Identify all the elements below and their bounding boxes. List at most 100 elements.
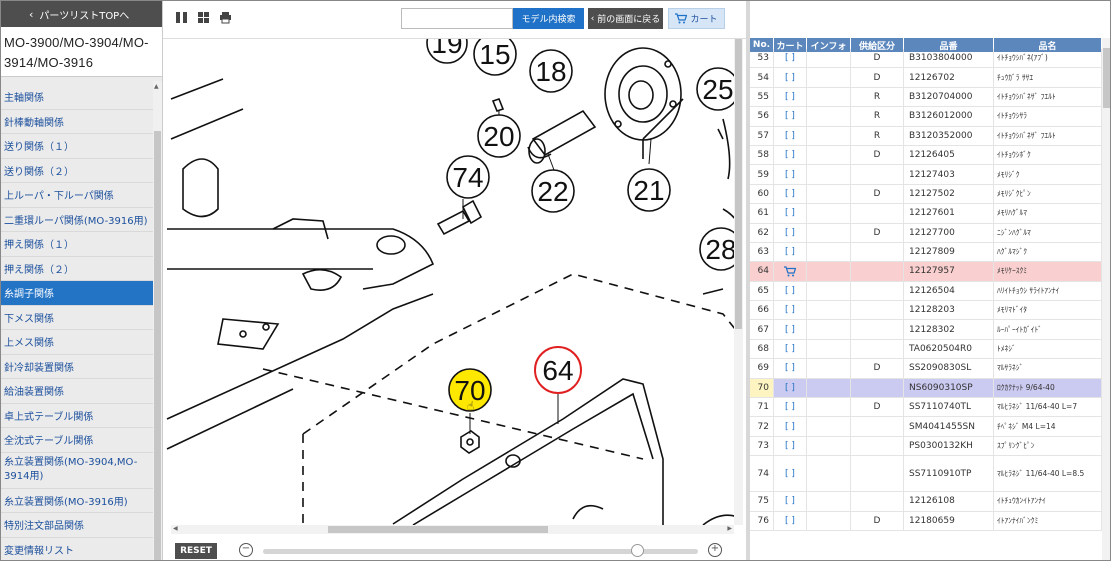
table-row[interactable]: 70[ ] NS6090310SP ﾛｸｶｸﾅｯﾄ 9/64-40 xyxy=(750,378,1102,399)
row-info[interactable] xyxy=(807,359,851,378)
sidebar-item[interactable]: 卓上式テーブル関係 xyxy=(1,404,153,428)
sidebar-item[interactable]: 二重環ルーパ関係(MO-3916用) xyxy=(1,208,153,232)
sidebar-item[interactable]: 糸立装置関係(MO-3904,MO-3914用) xyxy=(1,453,153,489)
zoom-in-icon[interactable]: + xyxy=(708,543,722,557)
row-info[interactable] xyxy=(807,320,851,339)
sidebar-item[interactable]: 変更情報リスト xyxy=(1,538,153,561)
row-part-no[interactable]: B3120352000 xyxy=(904,126,994,145)
table-row[interactable]: 64 12127957 ﾒﾓﾘｹｰｽｸﾐ xyxy=(750,262,1102,282)
diagram-hscroll-thumb[interactable] xyxy=(328,526,548,533)
callout-19[interactable]: 19 xyxy=(426,39,468,64)
diagram-vertical-scrollbar[interactable] xyxy=(734,39,743,525)
callout-21[interactable]: 21 xyxy=(627,168,671,212)
add-to-cart-checkbox[interactable]: [ ] xyxy=(774,398,807,417)
parts-scroll-thumb[interactable] xyxy=(1103,48,1110,108)
row-info[interactable] xyxy=(807,339,851,359)
row-info[interactable] xyxy=(807,378,851,398)
sidebar-item[interactable]: 送り関係（１） xyxy=(1,134,153,159)
table-row[interactable]: 58[ ] D 12126405 ｲﾄﾁｮｳｼﾎﾞｸ xyxy=(750,145,1102,166)
row-info[interactable] xyxy=(807,281,851,301)
callout-15[interactable]: 15 xyxy=(473,39,517,76)
zoom-out-icon[interactable]: − xyxy=(239,543,253,557)
table-row[interactable]: 72[ ] SM4041455SN ﾁﾍﾟﾈｼﾞ M4 L=14 xyxy=(750,417,1102,437)
model-search-button[interactable]: モデル内検索 xyxy=(513,8,584,29)
parts-table-scrollbar[interactable] xyxy=(1102,38,1110,560)
callout-70[interactable]: 70☝ xyxy=(448,368,492,413)
sidebar-item[interactable]: 送り関係（２） xyxy=(1,159,153,183)
parts-list-top-link[interactable]: ‹ パーツリストTOPへ xyxy=(1,1,162,27)
row-info[interactable] xyxy=(807,145,851,165)
row-part-no[interactable]: SS7110740TL xyxy=(904,398,994,417)
sidebar-item[interactable]: 押え関係（１） xyxy=(1,232,153,257)
add-to-cart-checkbox[interactable]: [ ] xyxy=(774,204,807,223)
table-row[interactable]: 65[ ] 12126504 ﾊﾘｲﾄﾁｮｳｼ ｻﾗｲﾄｱﾝﾅｲ xyxy=(750,281,1102,302)
row-part-no[interactable]: 12180659 xyxy=(904,511,994,530)
row-part-no[interactable]: 12127502 xyxy=(904,184,994,204)
add-to-cart-checkbox[interactable]: [ ] xyxy=(774,242,807,262)
row-part-no[interactable]: 12127601 xyxy=(904,204,994,223)
row-part-no[interactable]: PS0300132KH xyxy=(904,436,994,456)
row-part-no[interactable]: SM4041455SN xyxy=(904,417,994,436)
split-view-icon[interactable] xyxy=(175,11,188,24)
row-part-no[interactable]: 12126405 xyxy=(904,145,994,165)
row-part-no[interactable]: 12126504 xyxy=(904,281,994,301)
reset-button[interactable]: RESET xyxy=(175,543,217,559)
row-part-no[interactable]: 12127403 xyxy=(904,165,994,184)
row-info[interactable] xyxy=(807,49,851,68)
callout-64[interactable]: 64 xyxy=(534,346,582,394)
sidebar-item[interactable]: 針冷却装置関係 xyxy=(1,355,153,379)
table-row[interactable]: 73[ ] PS0300132KH ｽﾌﾟﾘﾝｸﾞﾋﾟﾝ xyxy=(750,436,1102,457)
row-info[interactable] xyxy=(807,417,851,436)
sidebar-item[interactable]: 押え関係（２） xyxy=(1,257,153,281)
add-to-cart-checkbox[interactable]: [ ] xyxy=(774,49,807,68)
sidebar-item[interactable]: 糸立装置関係(MO-3916用) xyxy=(1,489,153,513)
callout-25[interactable]: 25 xyxy=(696,67,740,111)
add-to-cart-checkbox[interactable]: [ ] xyxy=(774,107,807,126)
row-info[interactable] xyxy=(807,223,851,242)
row-info[interactable] xyxy=(807,301,851,320)
table-row[interactable]: 76[ ] D 12180659 ｲﾄｱﾝﾅｲﾊﾞﾝｸﾐ xyxy=(750,511,1102,531)
cart-icon[interactable] xyxy=(774,262,807,281)
callout-20[interactable]: 20 xyxy=(477,114,521,158)
cart-button[interactable]: カート xyxy=(668,8,725,29)
row-info[interactable] xyxy=(807,456,851,492)
add-to-cart-checkbox[interactable]: [ ] xyxy=(774,511,807,530)
scroll-right-arrow-icon[interactable]: ▶ xyxy=(727,525,732,532)
scroll-up-arrow-icon[interactable]: ▲ xyxy=(154,83,159,90)
row-info[interactable] xyxy=(807,107,851,126)
row-part-no[interactable]: SS2090830SL xyxy=(904,359,994,378)
sidebar-item[interactable]: 下メス関係 xyxy=(1,306,153,330)
row-info[interactable] xyxy=(807,184,851,204)
row-part-no[interactable]: B3103804000 xyxy=(904,49,994,68)
row-part-no[interactable]: 12127957 xyxy=(904,262,994,281)
row-info[interactable] xyxy=(807,262,851,281)
row-info[interactable] xyxy=(807,492,851,511)
add-to-cart-checkbox[interactable]: [ ] xyxy=(774,359,807,378)
row-part-no[interactable]: 12127809 xyxy=(904,242,994,262)
scroll-left-arrow-icon[interactable]: ◀ xyxy=(173,525,178,532)
sidebar-scroll-thumb[interactable] xyxy=(154,131,161,560)
table-row[interactable]: 63[ ] 12127809 ﾊｸﾞﾙﾏｼﾞｸ xyxy=(750,242,1102,263)
row-part-no[interactable]: B3120704000 xyxy=(904,87,994,107)
sidebar-item[interactable]: 給油装置関係 xyxy=(1,379,153,404)
add-to-cart-checkbox[interactable]: [ ] xyxy=(774,165,807,184)
add-to-cart-checkbox[interactable]: [ ] xyxy=(774,301,807,320)
table-row[interactable]: 62[ ] D 12127700 ﾆｼﾞﾝﾊｸﾞﾙﾏ xyxy=(750,223,1102,243)
table-row[interactable]: 56[ ] R B3126012000 ｲﾄﾁｮｳｼｻﾗ xyxy=(750,107,1102,127)
row-info[interactable] xyxy=(807,87,851,107)
callout-74[interactable]: 74 xyxy=(446,155,490,199)
add-to-cart-checkbox[interactable]: [ ] xyxy=(774,184,807,204)
table-row[interactable]: 55[ ] R B3120704000 ｲﾄﾁｮｳｼﾊﾞﾈｻﾞ ﾌｴﾙﾄ xyxy=(750,87,1102,108)
table-row[interactable]: 66[ ] 12128203 ﾒﾓﾘﾏﾄﾞｲﾀ xyxy=(750,301,1102,321)
row-info[interactable] xyxy=(807,511,851,530)
print-icon[interactable] xyxy=(219,11,232,24)
table-row[interactable]: 71[ ] D SS7110740TL ﾏﾙﾋﾗﾈｼﾞ 11/64-40 L=7 xyxy=(750,398,1102,418)
table-row[interactable]: 74[ ] SS7110910TP ﾏﾙﾋﾗﾈｼﾞ 11/64-40 L=8.5 xyxy=(750,456,1102,493)
table-row[interactable]: 60[ ] D 12127502 ﾒﾓﾘｼﾞｸﾋﾟﾝ xyxy=(750,184,1102,205)
row-part-no[interactable]: 12128302 xyxy=(904,320,994,339)
sidebar-scrollbar[interactable]: ▲ xyxy=(153,81,162,560)
sidebar-item[interactable]: 上メス関係 xyxy=(1,330,153,355)
add-to-cart-checkbox[interactable]: [ ] xyxy=(774,378,807,398)
table-row[interactable]: 67[ ] 12128302 ﾙｰﾊﾟｰｲﾄｶﾞｲﾄﾞ xyxy=(750,320,1102,340)
row-info[interactable] xyxy=(807,68,851,87)
